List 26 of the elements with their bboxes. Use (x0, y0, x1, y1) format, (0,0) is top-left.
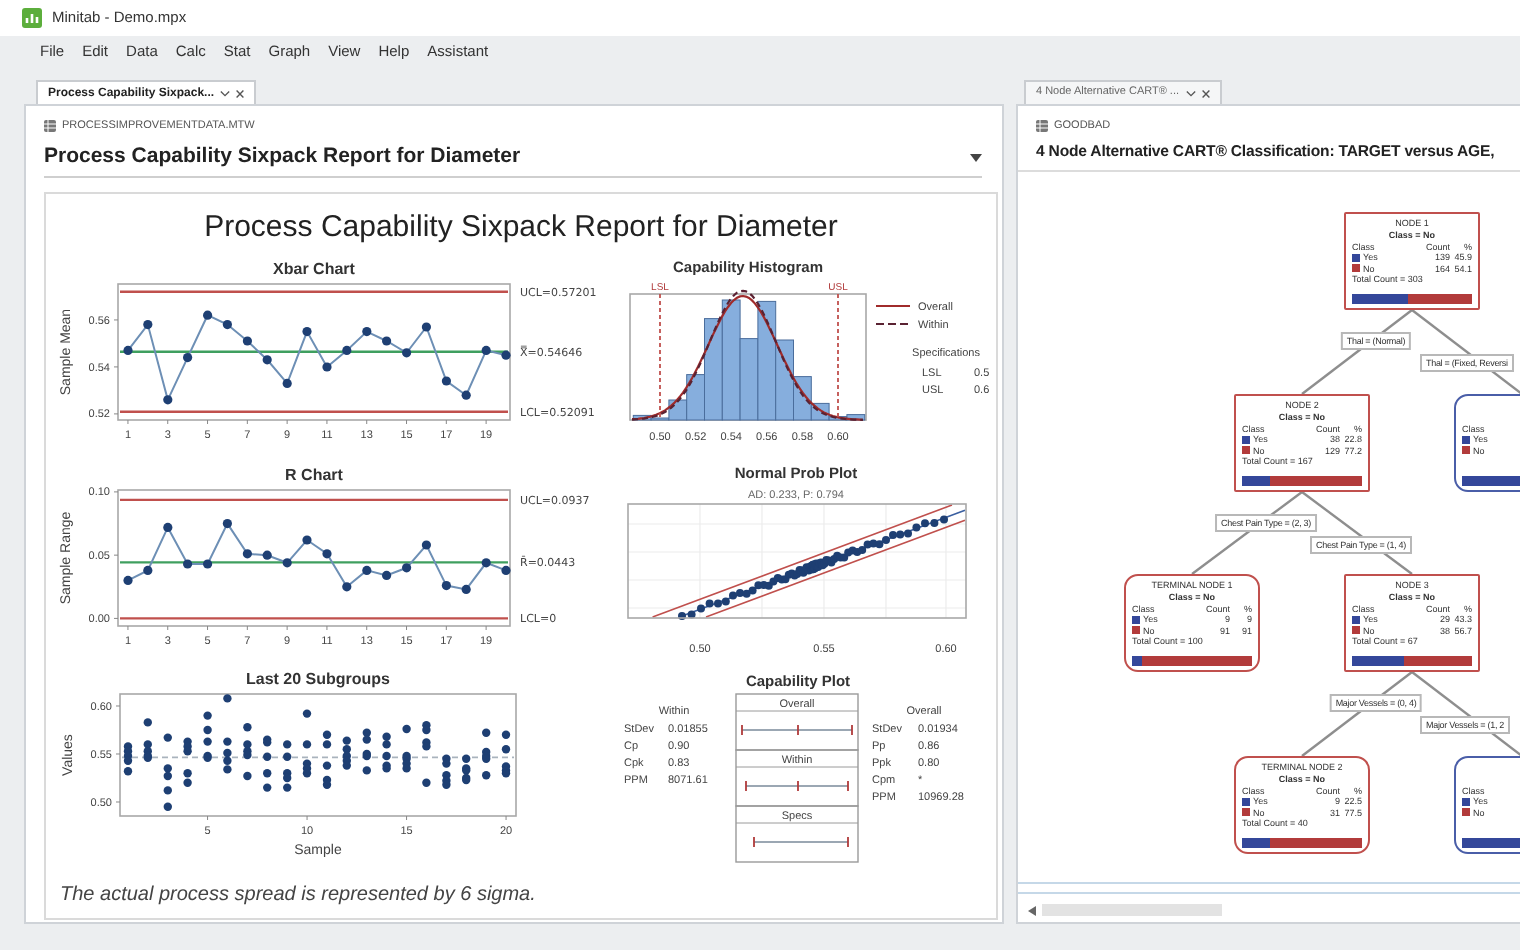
chart-title: Last 20 Subgroups (246, 670, 390, 688)
close-icon[interactable] (236, 89, 245, 97)
spec-limit-line (837, 293, 839, 421)
spec-interval (753, 836, 849, 848)
legend-line (876, 304, 910, 308)
worksheet-icon (1036, 120, 1048, 132)
chart-title: R Chart (285, 466, 343, 484)
legend-line (876, 322, 910, 326)
chart-title: Xbar Chart (273, 260, 355, 278)
plot-panel (735, 693, 859, 751)
scrollbar-thumb[interactable] (1042, 904, 1222, 916)
chevron-down-icon[interactable] (1185, 89, 1196, 97)
chevron-down-icon[interactable] (220, 89, 231, 97)
plot-panel (735, 749, 859, 807)
report-heading: Process Capability Sixpack Report for Diameter (44, 141, 521, 172)
scroll-left-icon[interactable] (1028, 905, 1036, 915)
footnote: The actual process spread is represented by 6 sigma. (60, 881, 536, 909)
app-icon (22, 8, 42, 28)
worksheet-icon (44, 120, 56, 132)
capability-interval (741, 724, 853, 736)
plot-panel (735, 805, 859, 863)
spec-limit-line (659, 293, 661, 421)
capability-interval (745, 780, 849, 792)
close-icon[interactable] (1201, 89, 1210, 97)
report-title: Process Capability Sixpack Report for Diameter (204, 210, 838, 246)
caret-icon[interactable] (970, 153, 982, 161)
